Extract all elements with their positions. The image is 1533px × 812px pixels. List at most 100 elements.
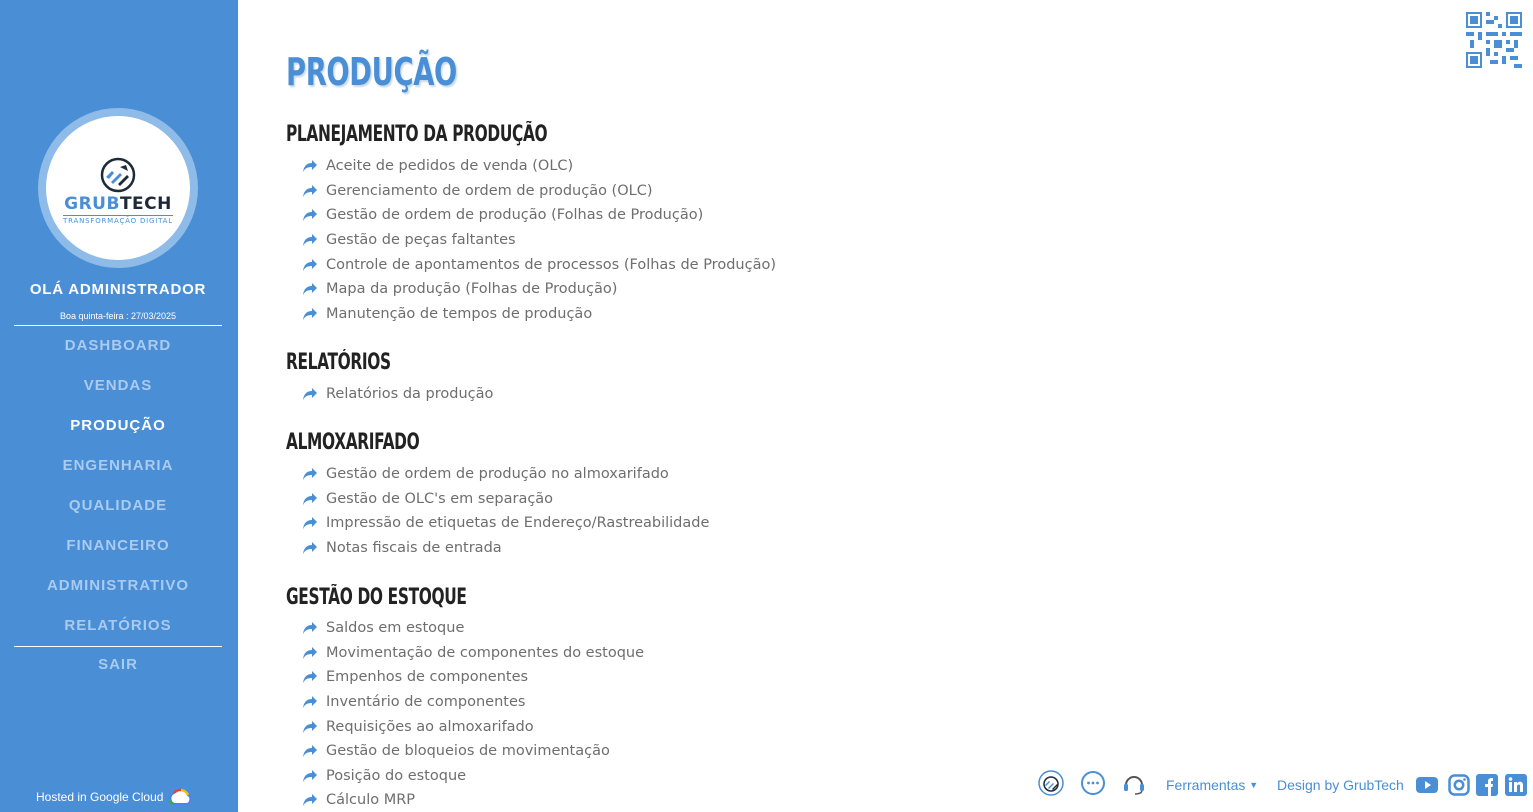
forward-arrow-icon xyxy=(303,160,317,173)
instagram-icon[interactable] xyxy=(1448,774,1470,796)
menu-link[interactable]: Mapa da produção (Folhas de Produção) xyxy=(302,277,776,302)
qr-code-icon[interactable] xyxy=(1466,12,1522,68)
page-title: PRODUÇÃO xyxy=(286,50,457,94)
forward-arrow-icon xyxy=(303,622,317,635)
menu-link-label: Saldos em estoque xyxy=(326,620,465,637)
divider xyxy=(14,646,222,647)
forward-arrow-icon xyxy=(303,517,317,530)
youtube-icon[interactable] xyxy=(1416,774,1438,796)
grubtech-icon[interactable] xyxy=(1038,770,1064,796)
logo-tagline: TRANSFORMAÇÃO DIGITAL xyxy=(63,215,173,225)
nav-qualidade[interactable]: QUALIDADE xyxy=(0,494,236,534)
link-list: Relatórios da produção xyxy=(302,382,493,407)
section-title: RELATÓRIOS xyxy=(286,350,391,375)
tools-label: Ferramentas xyxy=(1166,777,1246,793)
forward-arrow-icon xyxy=(303,234,317,247)
menu-link[interactable]: Gestão de ordem de produção (Folhas de P… xyxy=(302,203,776,228)
menu-link[interactable]: Gestão de OLC's em separação xyxy=(302,487,709,512)
chat-icon[interactable] xyxy=(1080,770,1106,796)
menu-link-label: Inventário de componentes xyxy=(326,694,526,711)
menu-link-label: Notas fiscais de entrada xyxy=(326,540,502,557)
menu-link[interactable]: Empenhos de componentes xyxy=(302,665,644,690)
forward-arrow-icon xyxy=(303,184,317,197)
menu-link[interactable]: Manutenção de tempos de produção xyxy=(302,302,776,327)
menu-link-label: Aceite de pedidos de venda (OLC) xyxy=(326,158,574,175)
nav-administrativo[interactable]: ADMINISTRATIVO xyxy=(0,574,236,614)
menu-link[interactable]: Requisições ao almoxarifado xyxy=(302,714,644,739)
sidebar-nav: DASHBOARD VENDAS PRODUÇÃO ENGENHARIA QUA… xyxy=(0,334,236,654)
tools-dropdown[interactable]: Ferramentas ▼ xyxy=(1166,777,1258,793)
caret-down-icon: ▼ xyxy=(1249,780,1259,790)
section-title: PLANEJAMENTO DA PRODUÇÃO xyxy=(286,122,548,147)
nav-producao[interactable]: PRODUÇÃO xyxy=(0,414,236,454)
design-credit-link[interactable]: Design by GrubTech xyxy=(1277,777,1404,793)
menu-link[interactable]: Gestão de peças faltantes xyxy=(302,228,776,253)
forward-arrow-icon xyxy=(303,468,317,481)
link-list: Saldos em estoque Movimentação de compon… xyxy=(302,616,644,812)
linkedin-icon[interactable] xyxy=(1505,774,1527,796)
menu-link-label: Empenhos de componentes xyxy=(326,669,529,686)
forward-arrow-icon xyxy=(303,209,317,222)
link-list: Aceite de pedidos de venda (OLC) Gerenci… xyxy=(302,154,776,326)
menu-link-label: Gestão de ordem de produção (Folhas de P… xyxy=(326,207,704,224)
menu-link-label: Requisições ao almoxarifado xyxy=(326,718,534,735)
nav-dashboard[interactable]: DASHBOARD xyxy=(0,334,236,374)
greeting: OLÁ ADMINISTRADOR xyxy=(29,281,207,298)
menu-link-label: Posição do estoque xyxy=(326,767,467,784)
forward-arrow-icon xyxy=(303,388,317,401)
forward-arrow-icon xyxy=(303,646,317,659)
forward-arrow-icon xyxy=(303,258,317,271)
section-title: ALMOXARIFADO xyxy=(286,430,420,455)
forward-arrow-icon xyxy=(303,745,317,758)
menu-link-label: Movimentação de componentes do estoque xyxy=(326,644,645,661)
support-headset-icon[interactable] xyxy=(1121,770,1147,796)
forward-arrow-icon xyxy=(303,671,317,684)
link-list: Gestão de ordem de produção no almoxarif… xyxy=(302,462,709,560)
menu-link[interactable]: Impressão de etiquetas de Endereço/Rastr… xyxy=(302,511,709,536)
logout-button[interactable]: SAIR xyxy=(0,656,236,673)
menu-link-label: Gestão de bloqueios de movimentação xyxy=(326,743,610,760)
facebook-icon[interactable] xyxy=(1476,774,1498,796)
menu-link[interactable]: Gestão de ordem de produção no almoxarif… xyxy=(302,462,709,487)
sidebar: GRUBTECH TRANSFORMAÇÃO DIGITAL OLÁ ADMIN… xyxy=(0,0,238,812)
forward-arrow-icon xyxy=(303,696,317,709)
logo-tech: TECH xyxy=(119,194,172,214)
menu-link-label: Relatórios da produção xyxy=(326,386,494,403)
forward-arrow-icon xyxy=(303,492,317,505)
menu-link[interactable]: Inventário de componentes xyxy=(302,690,644,715)
menu-link[interactable]: Cálculo MRP xyxy=(302,788,644,812)
nav-vendas[interactable]: VENDAS xyxy=(0,374,236,414)
nav-engenharia[interactable]: ENGENHARIA xyxy=(0,454,236,494)
menu-link-label: Impressão de etiquetas de Endereço/Rastr… xyxy=(326,515,710,532)
section-title: GESTÃO DO ESTOQUE xyxy=(286,585,467,610)
forward-arrow-icon xyxy=(303,542,317,555)
forward-arrow-icon xyxy=(303,283,317,296)
menu-link-label: Cálculo MRP xyxy=(326,792,416,809)
hosted-text: Hosted in Google Cloud xyxy=(36,790,164,804)
forward-arrow-icon xyxy=(303,794,317,807)
menu-link[interactable]: Gerenciamento de ordem de produção (OLC) xyxy=(302,179,776,204)
nav-financeiro[interactable]: FINANCEIRO xyxy=(0,534,236,574)
menu-link[interactable]: Gestão de bloqueios de movimentação xyxy=(302,739,644,764)
menu-link-label: Gestão de peças faltantes xyxy=(326,232,516,249)
menu-link[interactable]: Notas fiscais de entrada xyxy=(302,536,709,561)
nav-relatorios[interactable]: RELATÓRIOS xyxy=(0,614,236,654)
menu-link[interactable]: Saldos em estoque xyxy=(302,616,644,641)
menu-link[interactable]: Movimentação de componentes do estoque xyxy=(302,641,644,666)
logo-grub: GRUB xyxy=(64,194,120,214)
forward-arrow-icon xyxy=(303,769,317,782)
divider xyxy=(14,325,222,326)
forward-arrow-icon xyxy=(303,720,317,733)
menu-link-label: Mapa da produção (Folhas de Produção) xyxy=(326,281,618,298)
logo[interactable]: GRUBTECH TRANSFORMAÇÃO DIGITAL xyxy=(46,116,190,260)
menu-link-label: Gestão de OLC's em separação xyxy=(326,490,554,507)
menu-link[interactable]: Controle de apontamentos de processos (F… xyxy=(302,252,776,277)
menu-link[interactable]: Aceite de pedidos de venda (OLC) xyxy=(302,154,776,179)
menu-link-label: Manutenção de tempos de produção xyxy=(326,305,593,322)
greeting-date: Boa quinta-feira : 27/03/2025 xyxy=(59,311,177,321)
menu-link-label: Controle de apontamentos de processos (F… xyxy=(326,256,776,273)
menu-link[interactable]: Posição do estoque xyxy=(302,764,644,789)
hosted-badge: Hosted in Google Cloud xyxy=(36,787,193,807)
menu-link[interactable]: Relatórios da produção xyxy=(302,382,493,407)
google-cloud-icon xyxy=(169,788,192,806)
